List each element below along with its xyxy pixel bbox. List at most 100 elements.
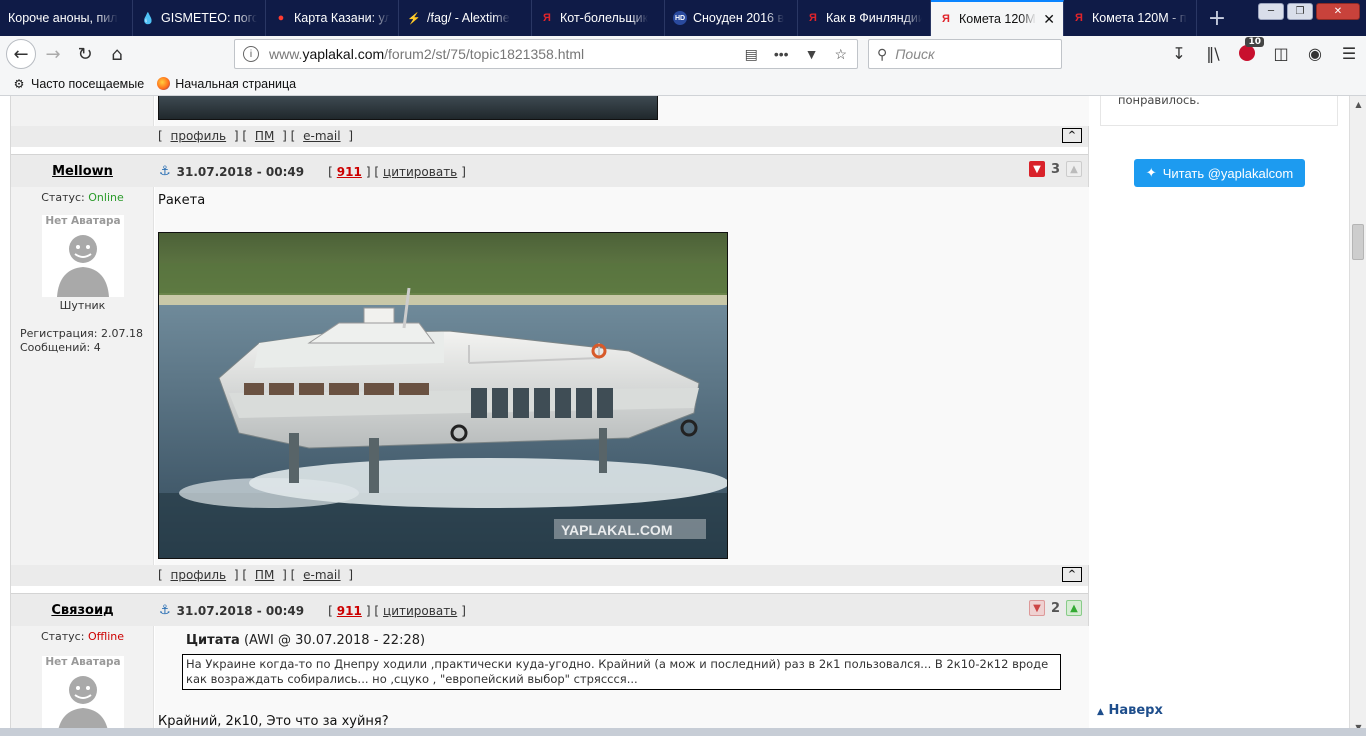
- vote-controls: ▼ 2 ▲: [1028, 600, 1082, 616]
- window-controls: ─ ❐ ✕: [1258, 0, 1366, 36]
- restore-button[interactable]: ❐: [1287, 3, 1313, 20]
- tab-title: Комета 120М: [959, 12, 1036, 26]
- tab-title: Как в Финляндии: [826, 11, 922, 25]
- post-text: Крайний, 2к10, Это что за хуйня?: [158, 714, 389, 729]
- tab-active[interactable]: Я Комета 120М ✕: [931, 0, 1064, 36]
- tab[interactable]: Я Как в Финляндии: [798, 0, 931, 36]
- pocket-icon[interactable]: ▼: [805, 46, 819, 63]
- bookmark-label: Начальная страница: [175, 76, 297, 91]
- thumbs-up-icon[interactable]: ▲: [1066, 600, 1082, 616]
- prev-post-left: [11, 96, 154, 126]
- tab[interactable]: ● Карта Казани: ул: [266, 0, 399, 36]
- vote-count: 2: [1050, 600, 1060, 616]
- no-avatar-label: Нет Аватара: [45, 656, 121, 668]
- post-footer: [ профиль ] [ ПМ ] [ e-mail ] ^: [11, 126, 1088, 147]
- email-link[interactable]: e-mail: [303, 568, 340, 582]
- tab[interactable]: Я Кот-болельщик: [532, 0, 665, 36]
- url-path: /forum2/st/75/topic1821358.html: [384, 46, 585, 62]
- reputation-link[interactable]: 911: [337, 604, 362, 618]
- post-footer: [ профиль ] [ ПМ ] [ e-mail ] ^: [11, 565, 1088, 586]
- sidebar-box-text: понравилось.: [1118, 96, 1200, 107]
- forward-button[interactable]: →: [38, 39, 68, 69]
- extension-icon[interactable]: ◉: [1304, 41, 1326, 65]
- tab-title: Короче аноны, пил: [8, 11, 118, 25]
- profile-link[interactable]: профиль: [171, 568, 227, 582]
- up-arrow-icon: ▲: [1097, 707, 1104, 717]
- quote-link[interactable]: цитировать: [383, 165, 457, 179]
- bookmark-label: Часто посещаемые: [31, 76, 145, 91]
- reader-view-icon[interactable]: ▤: [745, 46, 758, 63]
- quote-author: (AWI @ 30.07.2018 - 22:28): [243, 633, 426, 648]
- reputation-link[interactable]: 911: [337, 165, 362, 179]
- info-icon[interactable]: i: [243, 46, 259, 62]
- download-icon[interactable]: ↧: [1168, 41, 1190, 65]
- prev-post-image: [158, 96, 658, 120]
- registration-date: Регистрация: 2.07.18: [20, 327, 143, 340]
- bookmark-item[interactable]: ⚙ Часто посещаемые: [12, 76, 145, 91]
- library-icon[interactable]: ‖\: [1202, 41, 1224, 65]
- thumbs-up-icon[interactable]: ▲: [1066, 161, 1082, 177]
- bookmark-star-icon[interactable]: ☆: [834, 46, 847, 63]
- email-link[interactable]: e-mail: [303, 129, 340, 143]
- post-header: Связоид ⚓ 31.07.2018 - 00:49 [911] [цити…: [11, 593, 1088, 626]
- watermark-text: YAPLAKAL.COM: [561, 522, 673, 538]
- gear-icon: ⚙: [13, 76, 25, 91]
- back-button[interactable]: ←: [6, 39, 36, 69]
- home-button[interactable]: ⌂: [102, 39, 132, 69]
- post-image[interactable]: YAPLAKAL.COM: [158, 232, 728, 559]
- yaplakal-icon: Я: [543, 12, 551, 24]
- scroll-top-button[interactable]: ^: [1062, 128, 1082, 143]
- bookmarks-bar: ⚙ Часто посещаемые Начальная страница: [0, 72, 1366, 96]
- go-top-link[interactable]: ▲ Наверх: [1097, 703, 1163, 718]
- lightning-icon: ⚡: [407, 12, 421, 25]
- tab[interactable]: HD Сноуден 2016 в: [665, 0, 798, 36]
- anchor-icon[interactable]: ⚓: [159, 164, 171, 179]
- twitter-follow-button[interactable]: ✦ Читать @yaplakalcom: [1134, 159, 1305, 187]
- quote-header: Цитата (AWI @ 30.07.2018 - 22:28): [186, 633, 425, 648]
- tab-title: GISMETEO: погода: [161, 11, 257, 25]
- pm-link[interactable]: ПМ: [255, 568, 274, 582]
- page-actions-icon[interactable]: •••: [774, 46, 789, 63]
- status-line: Статус: Online: [11, 191, 154, 204]
- go-top-label: Наверх: [1108, 703, 1163, 718]
- scroll-up-arrow[interactable]: ▲: [1350, 96, 1366, 113]
- scroll-top-button[interactable]: ^: [1062, 567, 1082, 582]
- quote-link[interactable]: цитировать: [383, 604, 457, 618]
- search-input[interactable]: ⚲ Поиск: [868, 39, 1062, 69]
- username-link[interactable]: Связоид: [11, 603, 154, 618]
- pm-link[interactable]: ПМ: [255, 129, 274, 143]
- close-tab-icon[interactable]: ✕: [1037, 11, 1055, 28]
- status-online: Online: [88, 191, 124, 204]
- bookmark-item[interactable]: Начальная страница: [156, 77, 296, 91]
- tab[interactable]: Я Комета 120М - п: [1064, 0, 1197, 36]
- page-scrollbar[interactable]: ▲ ▼: [1349, 96, 1366, 736]
- tab[interactable]: 💧 GISMETEO: погода: [133, 0, 266, 36]
- sidebar-icon[interactable]: ◫: [1270, 41, 1292, 65]
- reload-button[interactable]: ↻: [70, 39, 100, 69]
- quote-title: Цитата: [186, 633, 240, 648]
- thumbs-down-icon[interactable]: ▼: [1028, 600, 1045, 616]
- tab-title: Кот-болельщик: [560, 11, 649, 25]
- adblock-icon[interactable]: 10: [1236, 37, 1264, 65]
- prev-post-body: [155, 96, 1089, 126]
- avatar-silhouette-icon: [57, 676, 109, 736]
- thumbs-down-icon[interactable]: ▼: [1028, 161, 1045, 177]
- drop-icon: 💧: [141, 12, 155, 25]
- avatar: Нет Аватара: [42, 215, 124, 297]
- new-tab-button[interactable]: +: [1197, 0, 1237, 36]
- profile-link[interactable]: профиль: [171, 129, 227, 143]
- close-window-button[interactable]: ✕: [1316, 3, 1360, 20]
- anchor-icon[interactable]: ⚓: [159, 603, 171, 618]
- menu-icon[interactable]: ☰: [1338, 41, 1360, 65]
- url-bar[interactable]: i www. yaplakal.com/forum2/st/75/topic182…: [234, 39, 858, 69]
- scroll-thumb[interactable]: [1352, 224, 1364, 260]
- adblock-badge: 10: [1245, 37, 1264, 47]
- yaplakal-icon: Я: [942, 13, 950, 25]
- search-icon: ⚲: [877, 45, 888, 62]
- taskbar: [0, 728, 1366, 736]
- minimize-button[interactable]: ─: [1258, 3, 1284, 20]
- url-prefix: www.: [269, 46, 303, 62]
- tab[interactable]: Короче аноны, пил: [0, 0, 133, 36]
- tab[interactable]: ⚡ /fag/ - Alextime: [399, 0, 532, 36]
- username-link[interactable]: Mellown: [11, 164, 154, 179]
